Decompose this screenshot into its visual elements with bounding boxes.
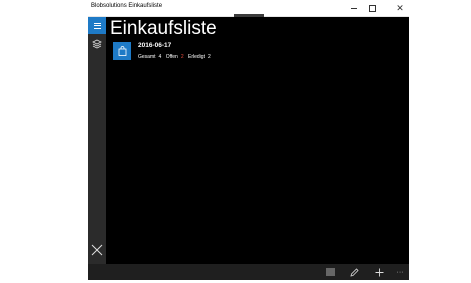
erledigt-label: Erledigt (188, 54, 205, 60)
plus-icon (375, 268, 383, 276)
hamburger-icon-line (93, 27, 101, 29)
drag-handle[interactable] (234, 14, 264, 17)
list-view-button[interactable] (324, 266, 336, 278)
erledigt-count: 2 (207, 54, 211, 60)
minimize-icon (351, 7, 357, 9)
offen-count: 2 (180, 54, 184, 60)
minimize-button[interactable] (345, 0, 363, 16)
shopping-bag-tile (113, 42, 131, 60)
list-counts: Gesamt 4 Offen 2 Erledigt 2 (138, 54, 214, 60)
hamburger-button[interactable] (88, 17, 106, 34)
list-icon (325, 268, 335, 276)
hamburger-icon (93, 22, 101, 24)
edit-button[interactable] (348, 266, 360, 278)
command-bar: ··· (88, 264, 409, 280)
layers-icon[interactable] (92, 39, 102, 49)
gesamt-count: 4 (158, 54, 162, 60)
gesamt-label: Gesamt (138, 54, 156, 60)
list-date: 2016-06-17 (138, 42, 172, 49)
hamburger-icon-line (93, 25, 101, 26)
more-button[interactable]: ··· (394, 266, 406, 278)
add-button[interactable] (373, 266, 385, 278)
window-title: Blobsolutions Einkaufsliste (91, 3, 163, 9)
navigation-pane (88, 17, 106, 264)
close-icon[interactable] (91, 244, 103, 256)
more-icon: ··· (396, 268, 404, 276)
close-window-button[interactable]: ✕ (391, 0, 409, 16)
offen-label: Offen (165, 54, 178, 60)
maximize-button[interactable] (363, 0, 381, 16)
list-item[interactable]: 2016-06-17 Gesamt 4 Offen 2 Erledigt 2 (113, 42, 233, 61)
app-window: Blobsolutions Einkaufsliste ✕ Einkaufsli… (88, 0, 409, 280)
close-window-icon: ✕ (396, 2, 404, 13)
title-bar[interactable]: Blobsolutions Einkaufsliste ✕ (88, 0, 409, 17)
maximize-icon (368, 4, 376, 12)
page-title: Einkaufsliste (110, 18, 217, 39)
pencil-icon (349, 267, 359, 277)
shopping-bag-icon (118, 46, 126, 56)
